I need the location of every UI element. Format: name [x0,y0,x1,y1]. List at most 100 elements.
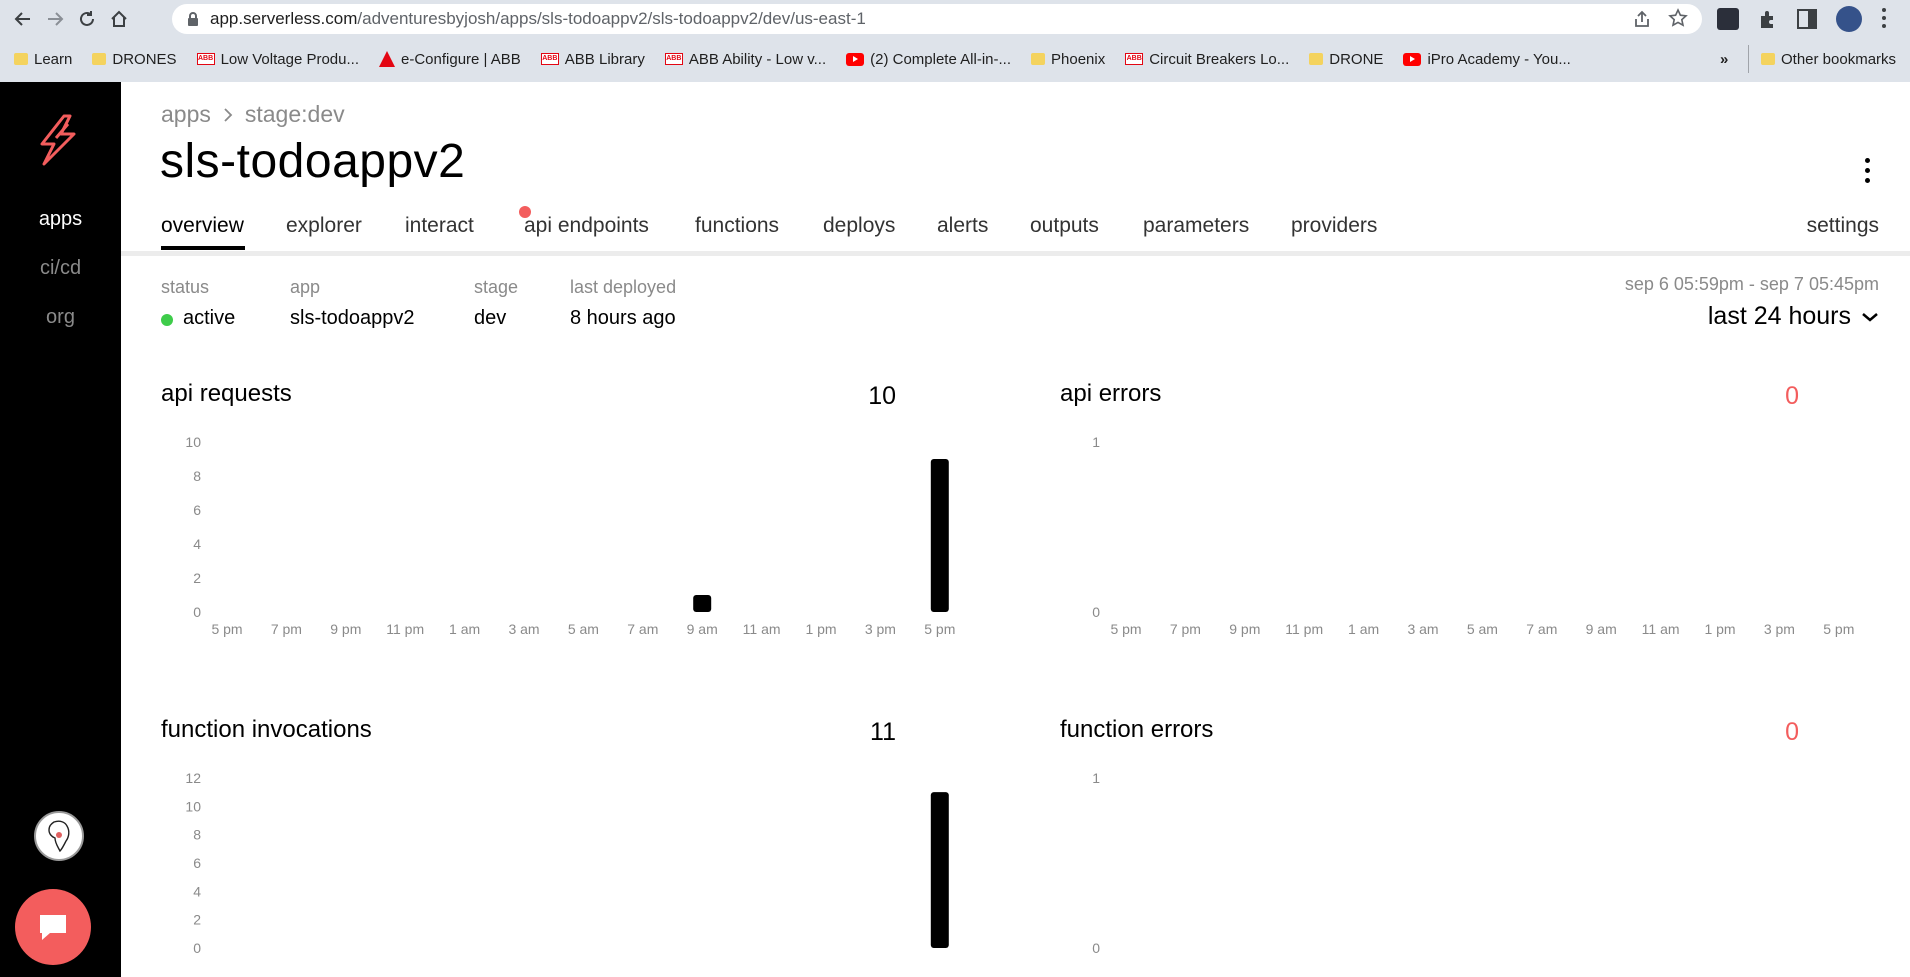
x-tick-label: 11 pm [386,621,424,637]
x-tick-label: 1 am [449,621,480,637]
time-range-span: sep 6 05:59pm - sep 7 05:45pm [1624,274,1879,294]
tab-alerts[interactable]: alerts [937,214,988,238]
y-tick-label: 6 [193,502,201,518]
share-icon[interactable] [1632,9,1652,34]
folder-icon [1031,53,1045,65]
youtube-icon [846,52,865,66]
bookmark-phoenix[interactable]: Phoenix [1021,45,1115,73]
x-tick-label: 1 pm [805,621,836,637]
function-invocations-total: 11 [870,718,896,746]
abb-icon: ABB [664,53,683,65]
tab-overview[interactable]: overview [161,214,244,238]
reload-icon[interactable] [71,3,103,35]
bookmark-drones[interactable]: DRONES [82,45,186,73]
forward-icon[interactable] [39,3,71,35]
status-indicator-dot [161,314,173,326]
bookmark-circuit-breakers[interactable]: ABB Circuit Breakers Lo... [1115,45,1299,73]
abb-icon: ABB [196,53,215,65]
stage-label: stage [474,277,519,297]
bookmark-econfigure[interactable]: e-Configure | ABB [369,45,531,73]
back-icon[interactable] [7,3,39,35]
abb-icon: ABB [1125,53,1144,65]
breadcrumb: apps stage:dev [161,101,345,128]
chat-bubble-icon [40,915,66,940]
app-sidebar: apps ci/cd org [0,82,121,977]
other-bookmarks[interactable]: Other bookmarks [1748,45,1906,73]
home-icon[interactable] [103,3,135,35]
bookmark-star-icon[interactable] [1668,8,1688,33]
function-invocations-title: function invocations [161,716,372,743]
tab-interact[interactable]: interact [405,214,474,238]
x-tick-label: 5 pm [924,621,955,637]
tab-outputs[interactable]: outputs [1030,214,1099,238]
y-tick-label: 0 [1092,940,1100,956]
x-tick-label: 7 pm [1170,621,1201,637]
more-bookmarks-button[interactable]: » [1710,45,1738,73]
extension-icon[interactable] [1717,8,1739,30]
x-tick-label: 11 pm [1285,621,1323,637]
status-label: status [161,277,210,297]
stage-value: dev [474,307,507,329]
browser-menu-icon[interactable] [1882,8,1886,28]
bar[interactable] [930,792,949,948]
x-tick-label: 9 pm [1229,621,1260,637]
serverless-logo-icon[interactable] [34,114,82,166]
bookmark-low-voltage[interactable]: ABB Low Voltage Produ... [187,45,369,73]
address-bar[interactable]: app.serverless.com/adventuresbyjosh/apps… [172,4,1702,34]
sidebar-item-apps[interactable]: apps [0,208,121,231]
tab-explorer[interactable]: explorer [286,214,362,238]
y-tick-label: 4 [193,536,201,552]
function-errors-chart: 01 [1092,770,1100,956]
breadcrumb-apps-link[interactable]: apps [161,101,211,128]
bookmark-drone[interactable]: DRONE [1299,45,1393,73]
tab-deploys[interactable]: deploys [823,214,895,238]
x-tick-label: 5 pm [211,621,242,637]
page-title: sls-todoappv2 [160,135,466,188]
last-deployed-label: last deployed [570,277,677,297]
bookmark-abb-ability[interactable]: ABB ABB Ability - Low v... [655,45,836,73]
breadcrumb-stage[interactable]: stage:dev [245,101,345,128]
more-options-icon[interactable] [1855,154,1879,186]
url-host: app.serverless.com [210,9,358,28]
user-avatar[interactable] [34,811,84,861]
profile-avatar[interactable] [1836,6,1862,32]
x-tick-label: 3 pm [1764,621,1795,637]
bookmark-learn[interactable]: Learn [4,45,82,73]
y-tick-label: 10 [185,798,201,814]
bar[interactable] [693,595,712,612]
bookmark-ipro-academy[interactable]: iPro Academy - You... [1393,45,1580,73]
api-errors-title: api errors [1060,380,1162,407]
tab-divider [121,251,1910,256]
url-path: /adventuresbyjosh/apps/sls-todoappv2/sls… [357,9,866,28]
tab-settings[interactable]: settings [1807,214,1879,238]
bookmark-youtube-course[interactable]: (2) Complete All-in-... [836,45,1021,73]
sidebar-item-cicd[interactable]: ci/cd [0,257,121,280]
active-tab-indicator [161,246,245,250]
y-tick-label: 0 [193,940,201,956]
tab-parameters[interactable]: parameters [1143,214,1249,238]
y-tick-label: 1 [1092,770,1100,786]
tab-api-endpoints[interactable]: api endpoints [524,214,649,238]
tab-functions[interactable]: functions [695,214,779,238]
y-tick-label: 8 [193,827,201,843]
econfigure-icon [379,51,395,67]
sidebar-item-org[interactable]: org [0,306,121,329]
y-tick-label: 1 [1092,434,1100,450]
chat-support-button[interactable] [15,889,91,965]
abb-icon: ABB [540,53,559,65]
tab-bar: overview explorer interact api endpoints… [161,206,1879,250]
time-range-selector[interactable]: last 24 hours [1708,302,1879,331]
bookmark-abb-library[interactable]: ABB ABB Library [531,45,655,73]
x-tick-label: 3 pm [865,621,896,637]
chevron-down-icon [1862,312,1878,322]
x-tick-label: 5 am [568,621,599,637]
bar[interactable] [930,459,949,612]
y-tick-label: 8 [193,468,201,484]
tab-providers[interactable]: providers [1291,214,1377,238]
api-requests-chart: 0 2 4 6 8 10 5 pm 7 pm 9 pm 11 pm 1 am 3 am 5 am 7 am… [185,434,955,637]
folder-icon [1309,53,1324,65]
side-panel-icon[interactable] [1797,9,1817,29]
lock-icon [188,12,198,26]
extensions-puzzle-icon[interactable] [1757,8,1779,35]
y-tick-label: 10 [185,434,201,450]
